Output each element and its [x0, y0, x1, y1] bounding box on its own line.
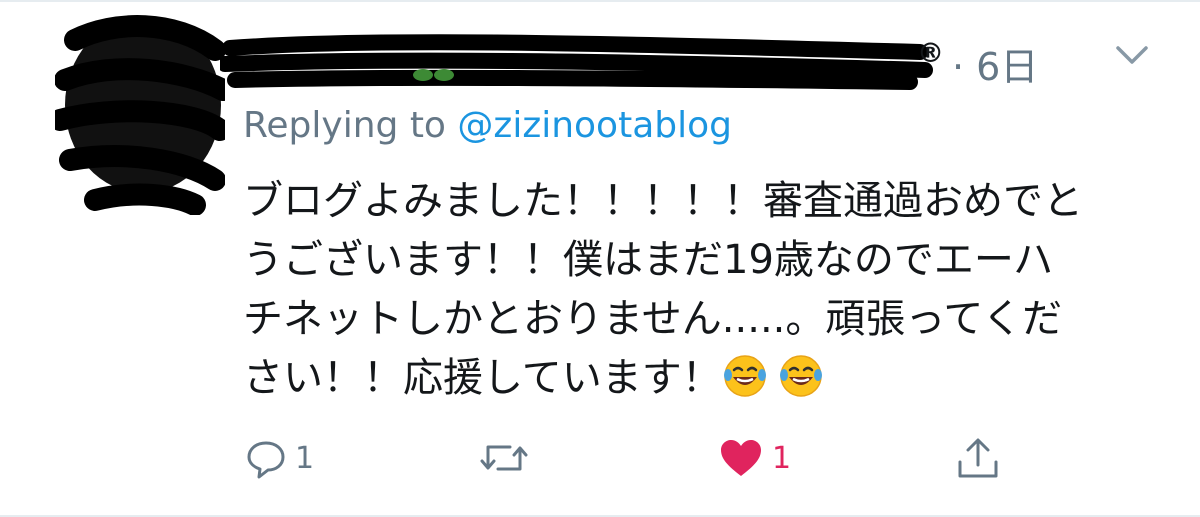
tweet-text-last: さい！！応援しています！	[243, 355, 722, 401]
replying-prefix: Replying to	[243, 105, 446, 146]
tweet-text-line: チネットしかとおりません.....。頑張ってくだ	[243, 296, 1063, 342]
tears-of-joy-emoji-icon	[779, 355, 822, 397]
author-name-redacted[interactable]	[220, 30, 955, 90]
top-divider	[0, 0, 1200, 2]
tweet-text: ブログよみました！！！！！審査通過おめでと うございます！！僕はまだ19歳なので…	[243, 172, 1143, 408]
tweet-timestamp[interactable]: · 6日	[952, 36, 1038, 91]
share-button[interactable]	[955, 435, 1001, 481]
heart-icon	[721, 440, 761, 476]
avatar[interactable]	[55, 10, 225, 215]
tweet-text-line: ブログよみました！！！！！審査通過おめでと	[243, 178, 1083, 224]
timestamp-value: 6日	[976, 45, 1039, 89]
tears-of-joy-emoji-icon	[723, 355, 766, 397]
chevron-down-icon[interactable]	[1112, 40, 1152, 70]
retweet-button[interactable]	[480, 435, 536, 481]
reply-count: 1	[295, 440, 315, 476]
like-button[interactable]: 1	[718, 435, 791, 481]
reply-button[interactable]: 1	[245, 435, 314, 481]
like-count: 1	[772, 440, 792, 476]
reply-icon	[247, 441, 285, 479]
registered-mark: ®	[917, 38, 944, 69]
retweet-icon	[480, 445, 528, 471]
share-icon	[958, 438, 998, 478]
replying-to: Replying to @zizinootablog	[243, 105, 732, 146]
replying-handle-link[interactable]: @zizinootablog	[457, 105, 732, 146]
timestamp-separator: ·	[952, 45, 977, 89]
tweet-text-line: うございます！！僕はまだ19歳なのでエーハ	[243, 237, 1054, 283]
tweet-text-line: さい！！応援しています！	[243, 349, 1143, 408]
